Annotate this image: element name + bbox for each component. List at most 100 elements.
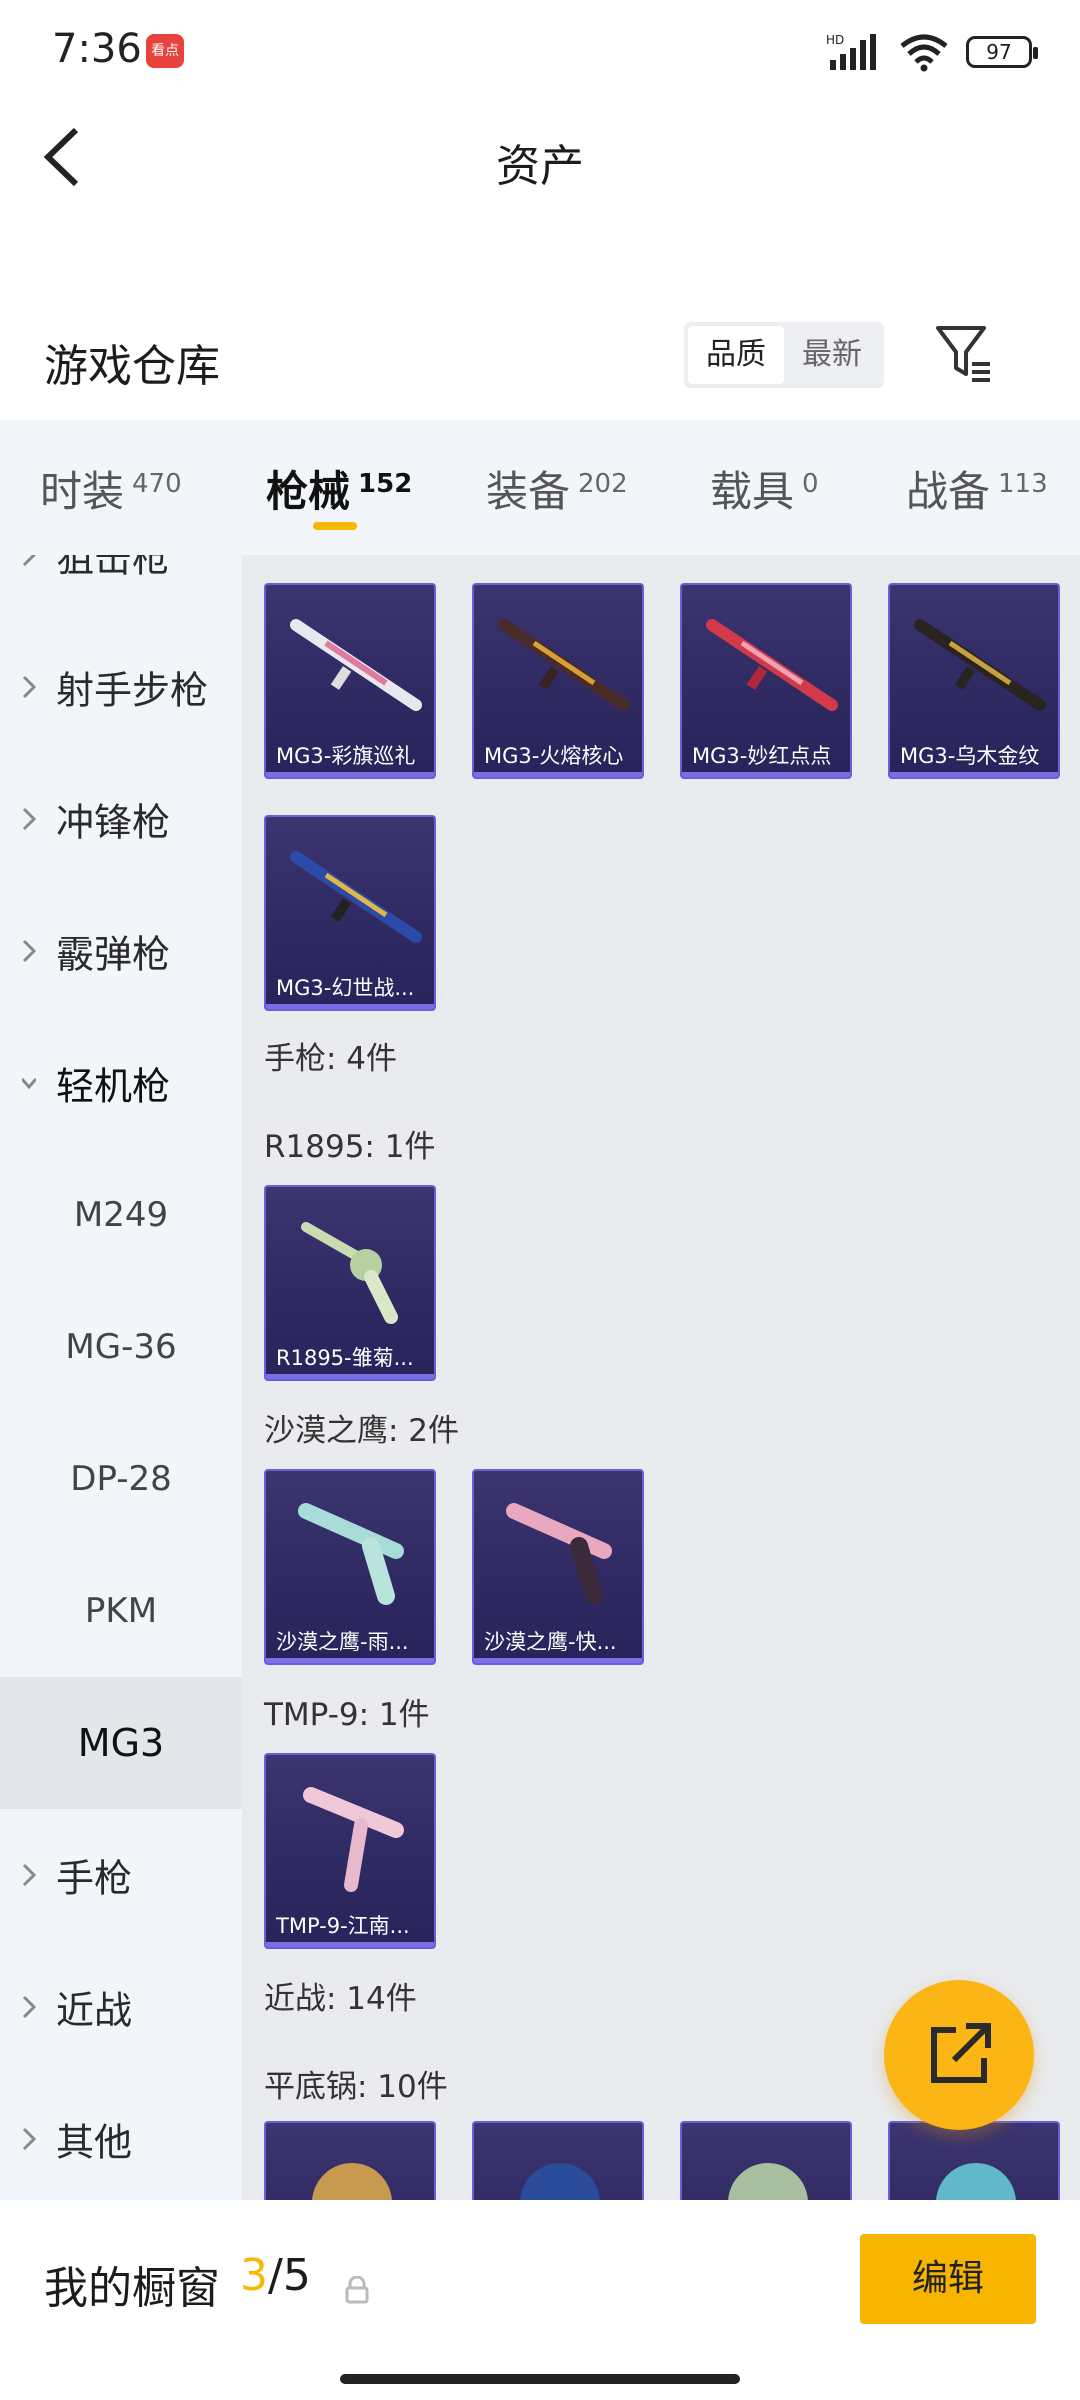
item-card[interactable]: MG3-彩旗巡礼 <box>264 583 436 779</box>
share-external-icon <box>931 2023 991 2083</box>
rarity-bar <box>474 1658 642 1663</box>
rarity-bar <box>474 772 642 777</box>
pan-skin-image <box>728 2163 808 2200</box>
item-name: MG3-彩旗巡礼 <box>276 744 416 768</box>
sidebar-item-lmg[interactable]: 轻机枪 <box>0 1017 242 1149</box>
sidebar-item-label: 轻机枪 <box>56 1064 171 1109</box>
sidebar-item-pkm[interactable]: PKM <box>0 1545 242 1677</box>
section-header-pistol: 手枪: 4件 <box>264 1041 398 1077</box>
sidebar-item-smg[interactable]: 冲锋枪 <box>0 753 242 885</box>
status-time: 7:36 <box>52 26 142 72</box>
tab-count: 152 <box>358 469 413 499</box>
cellular-signal-icon: HD <box>826 33 876 70</box>
tab-label: 时装 <box>40 467 125 516</box>
active-tab-indicator <box>313 522 357 530</box>
tab-count: 113 <box>998 469 1048 499</box>
mg3-skin-image <box>290 851 422 943</box>
item-card[interactable]: MG3-乌木金纹 <box>888 583 1060 779</box>
sidebar-item-sniper[interactable]: 狙击枪 <box>0 555 242 621</box>
tab-vehicles[interactable]: 载具 0 <box>710 458 819 519</box>
status-icons: HD 97 <box>826 30 1038 74</box>
item-name: 沙漠之鹰-快... <box>484 1630 617 1654</box>
mg3-skin-image <box>290 619 422 711</box>
sidebar-item-m249[interactable]: M249 <box>0 1149 242 1281</box>
lock-icon <box>345 2276 369 2304</box>
sidebar-item-label: 冲锋枪 <box>56 800 171 845</box>
tab-fashion[interactable]: 时装 470 <box>40 458 182 519</box>
showcase-bar: 我的橱窗 3/5 编辑 <box>0 2200 1080 2400</box>
mg3-skin-image <box>914 619 1046 711</box>
tab-count: 202 <box>578 469 628 499</box>
tab-count: 0 <box>802 469 819 499</box>
sidebar-item-label: 其他 <box>56 2120 133 2165</box>
filter-icon <box>936 326 990 382</box>
tab-tactical[interactable]: 战备 113 <box>906 458 1048 519</box>
sidebar-item-label: PKM <box>84 1591 158 1631</box>
pan-skin-image <box>520 2163 600 2200</box>
item-card[interactable] <box>888 2121 1060 2200</box>
page-title: 资产 <box>496 141 584 192</box>
section-header-pan: 平底锅: 10件 <box>264 2069 448 2105</box>
sidebar-item-shotgun[interactable]: 霰弹枪 <box>0 885 242 1017</box>
weapon-category-sidebar: 狙击枪 射手步枪 冲锋枪 霰弹枪 轻机枪 M249 MG-36 DP-28 PK… <box>0 555 242 2200</box>
item-card[interactable]: 沙漠之鹰-快... <box>472 1469 644 1665</box>
share-fab-button[interactable] <box>884 1980 1034 2130</box>
item-card[interactable]: TMP-9-江南... <box>264 1753 436 1949</box>
tab-label: 装备 <box>486 467 571 516</box>
showcase-separator: / <box>268 2250 283 2301</box>
item-card[interactable] <box>680 2121 852 2200</box>
sidebar-item-dp28[interactable]: DP-28 <box>0 1413 242 1545</box>
sidebar-item-other[interactable]: 其他 <box>0 2073 242 2200</box>
sidebar-item-label: 射手步枪 <box>56 668 209 713</box>
rarity-bar <box>266 1004 434 1009</box>
category-tabs: 时装 470 枪械 152 装备 202 载具 0 战备 113 <box>0 420 1080 555</box>
chevron-right-icon <box>22 2127 36 2151</box>
showcase-label: 我的橱窗 <box>44 2263 220 2314</box>
item-name: MG3-幻世战... <box>276 976 415 1000</box>
sidebar-item-dmr[interactable]: 射手步枪 <box>0 621 242 753</box>
header: 资产 <box>0 100 1080 215</box>
item-card[interactable]: R1895-雏菊... <box>264 1185 436 1381</box>
deagle-skin-image <box>298 1503 404 1605</box>
item-card[interactable]: MG3-幻世战... <box>264 815 436 1011</box>
deagle-skin-image <box>506 1503 612 1605</box>
item-name: TMP-9-江南... <box>276 1914 410 1938</box>
item-grid: MG3-彩旗巡礼 MG3-火熔核心 MG3-妙红点点 MG3-乌木金纹 MG3-… <box>242 555 1080 2200</box>
item-name: 沙漠之鹰-雨... <box>276 1630 409 1654</box>
sort-quality-button[interactable]: 品质 <box>688 326 784 384</box>
tab-label: 战备 <box>906 467 991 516</box>
sidebar-item-mg3[interactable]: MG3 <box>0 1677 242 1809</box>
sidebar-item-label: DP-28 <box>70 1459 172 1499</box>
section-header-r1895: R1895: 1件 <box>264 1129 436 1165</box>
pan-skin-image <box>312 2163 392 2200</box>
tab-label: 枪械 <box>266 467 351 516</box>
item-card[interactable]: MG3-火熔核心 <box>472 583 644 779</box>
chevron-right-icon <box>22 939 36 963</box>
sort-newest-button[interactable]: 最新 <box>784 326 880 384</box>
status-bar: 7:36 看点 HD 97 <box>0 0 1080 100</box>
sidebar-item-pistol[interactable]: 手枪 <box>0 1809 242 1941</box>
sidebar-item-label: 手枪 <box>56 1856 133 1901</box>
rarity-bar <box>682 772 850 777</box>
item-card[interactable]: MG3-妙红点点 <box>680 583 852 779</box>
pan-skin-image <box>936 2163 1016 2200</box>
rarity-bar <box>266 1374 434 1379</box>
rarity-bar <box>266 1942 434 1947</box>
item-card[interactable]: 沙漠之鹰-雨... <box>264 1469 436 1665</box>
tab-guns[interactable]: 枪械 152 <box>266 458 412 519</box>
mg3-skin-image <box>498 619 630 711</box>
filter-button[interactable] <box>934 322 994 384</box>
item-card[interactable] <box>264 2121 436 2200</box>
item-name: MG3-乌木金纹 <box>900 744 1040 768</box>
sidebar-item-mg36[interactable]: MG-36 <box>0 1281 242 1413</box>
item-card[interactable] <box>472 2121 644 2200</box>
showcase-count: 3/5 <box>240 2250 311 2301</box>
edit-button[interactable]: 编辑 <box>860 2234 1036 2324</box>
sidebar-item-melee[interactable]: 近战 <box>0 1941 242 2073</box>
tab-label: 载具 <box>710 467 795 516</box>
battery-icon: 97 <box>966 36 1038 68</box>
tab-equipment[interactable]: 装备 202 <box>486 458 628 519</box>
mg3-skin-image <box>706 619 838 711</box>
chevron-right-icon <box>22 555 36 567</box>
sidebar-item-label: 霰弹枪 <box>56 932 171 977</box>
